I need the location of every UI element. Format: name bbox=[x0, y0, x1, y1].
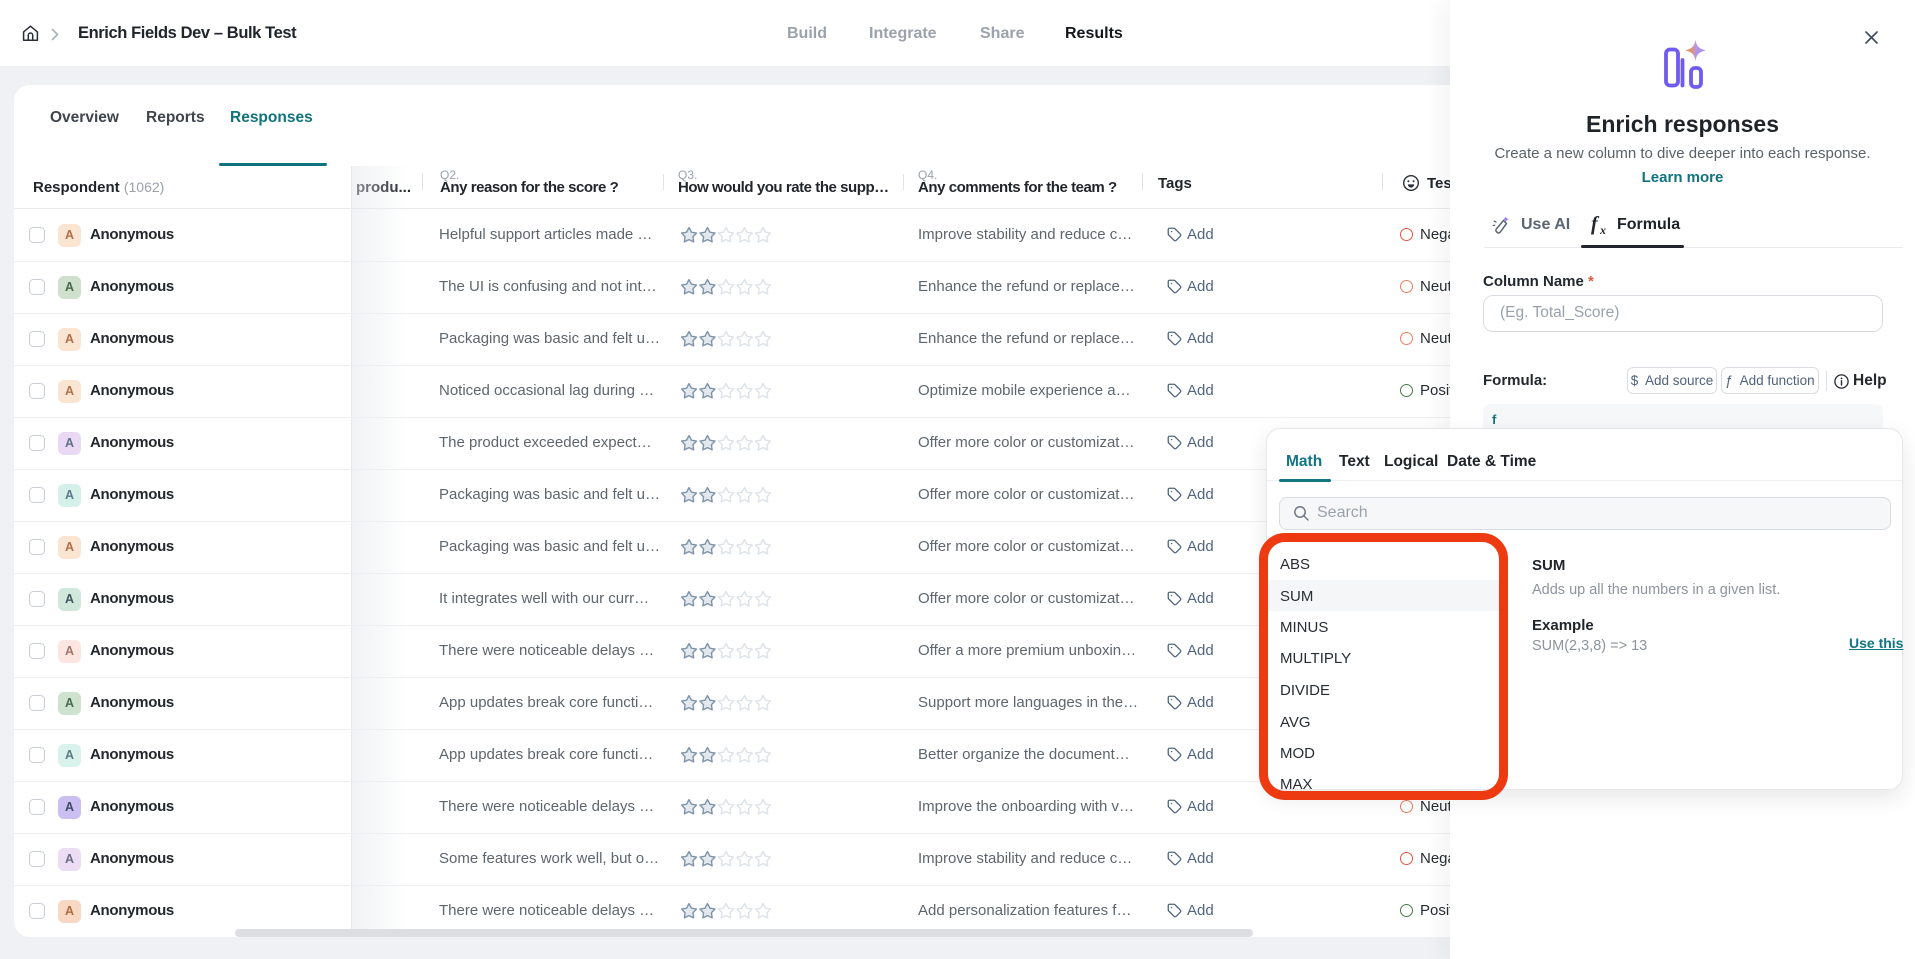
svg-text:f: f bbox=[1591, 213, 1600, 235]
svg-text:x: x bbox=[1599, 223, 1606, 237]
